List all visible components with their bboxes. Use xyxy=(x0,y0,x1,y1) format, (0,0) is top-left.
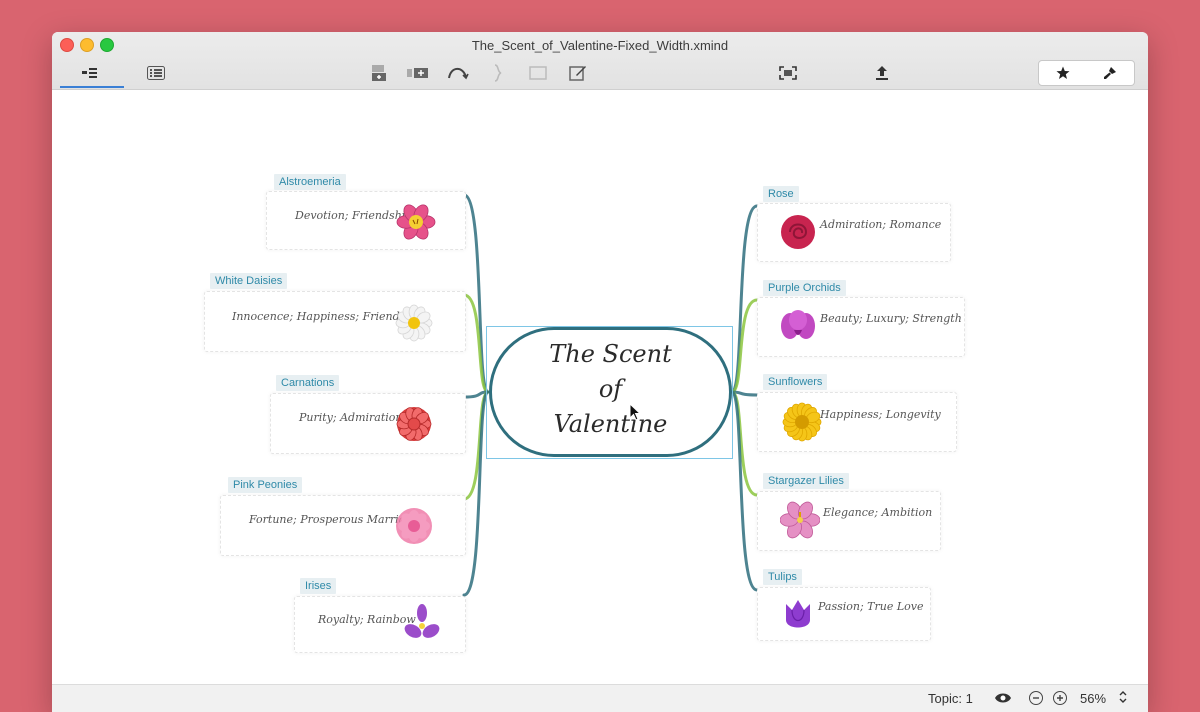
zoom-out-icon[interactable] xyxy=(1028,690,1044,706)
topic-meaning-text: Devotion; Friendship xyxy=(295,209,413,222)
tulip-icon xyxy=(786,600,810,628)
topic-meaning-text: Happiness; Longevity xyxy=(820,408,941,421)
topic-meaning-text: Passion; True Love xyxy=(818,600,924,613)
lily-icon xyxy=(780,501,820,539)
alstroemeria-icon xyxy=(396,204,436,240)
sunflower-icon xyxy=(782,402,822,442)
favorite-button[interactable] xyxy=(1038,60,1088,86)
favorite-star-icon xyxy=(1056,66,1070,79)
branch-line xyxy=(462,193,490,394)
summary-button[interactable] xyxy=(488,62,508,84)
relationship-icon xyxy=(448,67,469,80)
status-bar: Topic: 1 56% xyxy=(52,684,1148,712)
orchid-icon xyxy=(781,310,815,339)
topic-label[interactable]: Purple Orchids xyxy=(763,280,846,296)
active-tab-indicator xyxy=(60,86,124,88)
fullscreen-button[interactable] xyxy=(776,62,800,84)
title-bar: The_Scent_of_Valentine-Fixed_Width.xmind xyxy=(52,32,1148,90)
format-button[interactable] xyxy=(1086,60,1135,86)
insert-subtopic-icon xyxy=(407,68,428,78)
rose-icon xyxy=(781,215,815,249)
mindmap-canvas[interactable]: The Scent of Valentine Alstroemeria Devot… xyxy=(52,90,1148,684)
central-topic-line-3: Valentine xyxy=(553,410,668,438)
share-button[interactable] xyxy=(872,62,892,84)
outline-view-button[interactable] xyxy=(78,62,106,84)
branch-line xyxy=(730,204,759,394)
topic-label[interactable]: Carnations xyxy=(276,375,340,391)
relationship-button[interactable] xyxy=(446,62,470,84)
topic-label[interactable]: Alstroemeria xyxy=(274,174,346,190)
daisy-icon xyxy=(395,304,433,342)
insert-topic-button[interactable] xyxy=(368,62,390,84)
branch-line xyxy=(730,390,759,592)
summary-icon xyxy=(494,64,502,82)
topic-meaning-text: Admiration; Romance xyxy=(820,218,942,231)
outline-view-icon xyxy=(82,68,97,78)
zoom-stepper-icon[interactable] xyxy=(1118,689,1128,705)
fullscreen-icon xyxy=(779,66,797,80)
app-window: The_Scent_of_Valentine-Fixed_Width.xmind xyxy=(52,32,1148,712)
carnation-icon xyxy=(396,407,432,441)
branch-line xyxy=(462,390,490,597)
zoom-level: 56% xyxy=(1080,691,1107,706)
topic-meaning-text: Beauty; Luxury; Strength xyxy=(820,312,962,325)
iris-icon xyxy=(404,604,440,638)
window-title: The_Scent_of_Valentine-Fixed_Width.xmind xyxy=(471,38,729,53)
boundary-icon xyxy=(529,66,547,80)
share-icon xyxy=(876,66,888,80)
topic-label[interactable]: Stargazer Lilies xyxy=(763,473,849,489)
topic-label[interactable]: Pink Peonies xyxy=(228,477,303,493)
insert-topic-icon xyxy=(372,65,386,81)
list-view-icon xyxy=(147,66,165,80)
topic-label[interactable]: Tulips xyxy=(763,569,802,585)
notes-button[interactable] xyxy=(566,62,590,84)
list-view-button[interactable] xyxy=(144,62,168,84)
eye-icon[interactable] xyxy=(994,692,1012,704)
topic-label[interactable]: White Daisies xyxy=(210,273,288,289)
insert-subtopic-button[interactable] xyxy=(406,62,430,84)
topic-count: Topic: 1 xyxy=(928,691,973,706)
topic-meaning-text: Purity; Admiration xyxy=(299,411,403,424)
topic-label[interactable]: Irises xyxy=(300,578,337,594)
topic-label[interactable]: Sunflowers xyxy=(763,374,828,390)
peony-icon xyxy=(396,508,432,544)
topic-meaning-text: Elegance; Ambition xyxy=(823,506,933,519)
zoom-in-icon[interactable] xyxy=(1052,690,1068,706)
format-brush-icon xyxy=(1104,67,1116,79)
central-topic-line-1: The Scent xyxy=(549,340,672,368)
topic-label[interactable]: Rose xyxy=(763,186,799,202)
central-topic-line-2: of xyxy=(598,375,623,403)
mouse-cursor-icon xyxy=(629,403,642,421)
notes-icon xyxy=(569,66,586,81)
boundary-button[interactable] xyxy=(526,62,550,84)
